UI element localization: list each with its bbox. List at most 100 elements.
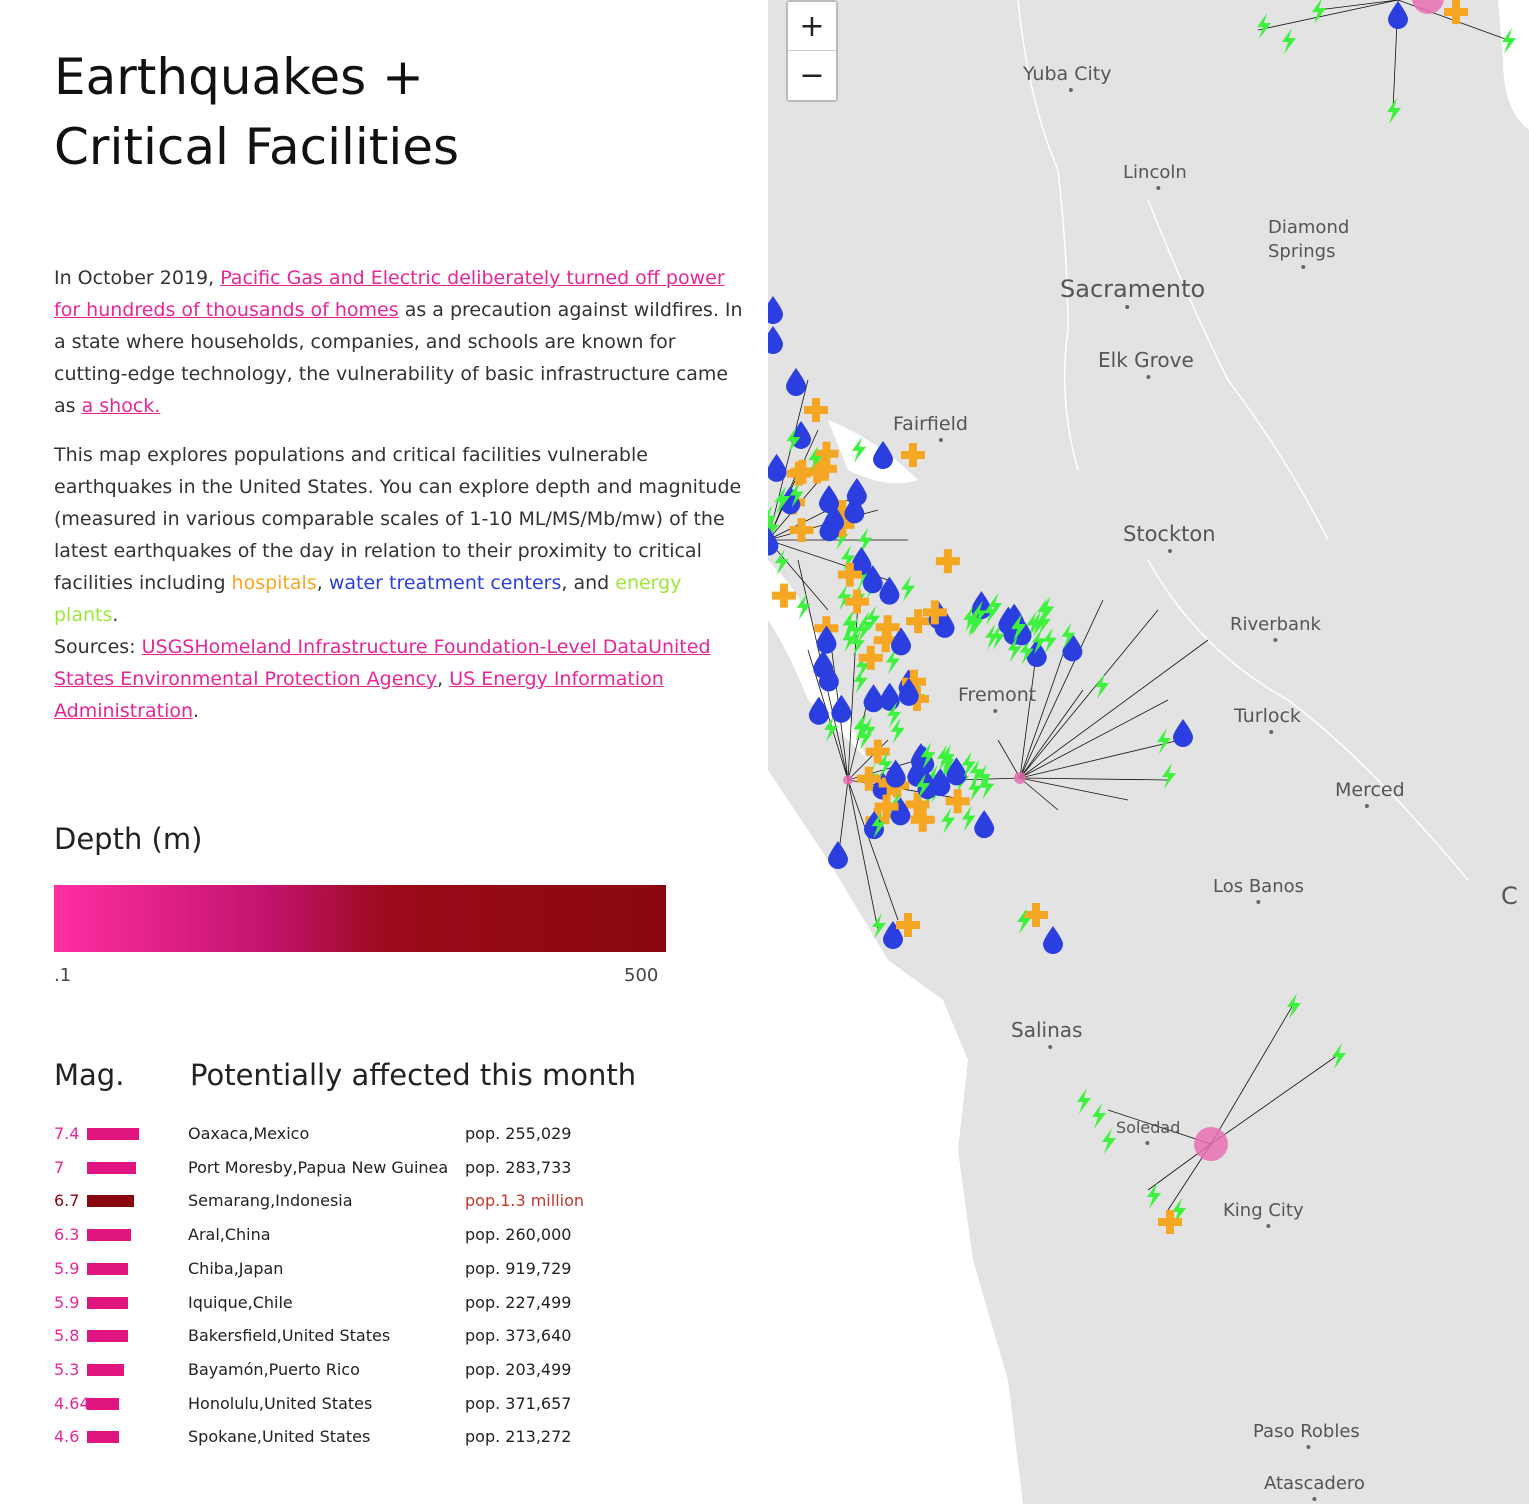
hospital-icon: [845, 589, 870, 614]
connection-line: [1019, 699, 1169, 779]
water-treatment-icon: [1388, 1, 1408, 29]
magnitude-bar: [87, 1296, 128, 1309]
city-dot: [1273, 638, 1278, 642]
lake: [1498, 0, 1529, 130]
water-treatment-icon: [879, 682, 900, 711]
connection-line: [1257, 0, 1399, 31]
magnitude-bar: [87, 1262, 128, 1275]
list-item: 5.9 Iquique,Chile pop. 227,499: [54, 1289, 734, 1319]
depth-min-label: .1: [54, 965, 72, 986]
city-dot: [1048, 1045, 1053, 1049]
list-item: 4.64 Honolulu,United States pop. 371,657: [54, 1390, 734, 1420]
magnitude-value: 6.3: [54, 1225, 80, 1245]
magnitude-value: 5.3: [54, 1359, 80, 1379]
water-treatment-icon: [863, 684, 884, 713]
hospital-icon: [804, 398, 828, 422]
hospital-icon: [945, 789, 970, 814]
connection-line: [1019, 777, 1169, 781]
energy-plant-icon: [1042, 627, 1057, 654]
energy-plant-icon: [872, 913, 886, 939]
water-treatment-icon: [846, 478, 867, 507]
list-item: 5.8 Bakersfield,United States pop. 373,640: [54, 1322, 734, 1352]
sources-label: Sources:: [54, 636, 142, 658]
separator: , and: [561, 572, 616, 594]
energy-plant-icon: [1312, 0, 1326, 24]
city-label: Atascadero: [1264, 1473, 1365, 1494]
city-label: Yuba City: [1022, 63, 1111, 85]
population-value: pop. 255,029: [465, 1124, 572, 1143]
page-title: Earthquakes + Critical Facilities: [54, 48, 460, 176]
magnitude-value: 5.9: [54, 1258, 80, 1278]
water-treatment-icon: [828, 841, 848, 869]
energy-plant-icon: [1147, 1183, 1161, 1209]
energy-plant-icon: [1077, 1088, 1091, 1114]
magnitude-bar: [87, 1195, 134, 1208]
map-view[interactable]: Yuba City Lincoln Diamond Springs Sacramento…: [768, 0, 1529, 1504]
city-dot: [1168, 549, 1173, 553]
city-label: Soledad: [1116, 1118, 1180, 1137]
water-treatment-icon: [879, 576, 900, 605]
population-value: pop. 283,733: [465, 1157, 572, 1177]
magnitude-bar: [87, 1431, 119, 1444]
energy-plant-icon: [961, 805, 976, 832]
energy-plant-icon: [1162, 763, 1176, 789]
magnitude-value: 4.64: [54, 1393, 90, 1413]
connection-line: [1019, 739, 1181, 779]
separator: .: [193, 700, 200, 722]
place-name: Spokane,United States: [188, 1427, 371, 1447]
water-treatment-icon: [768, 296, 783, 324]
water-label: water treatment centers: [328, 572, 562, 594]
place-name: Port Moresby,Papua New Guinea: [188, 1157, 449, 1177]
energy-plant-icon: [1332, 1043, 1346, 1069]
depth-gradient-bar: [54, 885, 666, 952]
population-value: pop. 919,729: [465, 1258, 572, 1278]
magnitude-bar: [87, 1128, 139, 1140]
city-label: Fremont: [958, 684, 1036, 706]
source-usgs-link[interactable]: USGS: [142, 636, 195, 658]
city-label: King City: [1223, 1200, 1304, 1221]
energy-plant-icon: [1287, 993, 1301, 1019]
connection-line: [1019, 609, 1159, 779]
map-canvas[interactable]: Yuba City Lincoln Diamond Springs Sacramento…: [768, 0, 1529, 1504]
energy-plant-icon: [1257, 13, 1271, 39]
source-hifld-link[interactable]: Homeland Infrastructure Foundation-Level…: [194, 636, 648, 658]
city-dot: [1266, 1224, 1271, 1228]
city-label: Lincoln: [1123, 162, 1187, 183]
city-label: Turlock: [1233, 705, 1301, 727]
city-dot: [1306, 1445, 1311, 1449]
hospital-icon: [786, 461, 811, 486]
city-label: Los Banos: [1213, 876, 1304, 897]
zoom-out-button[interactable]: −: [788, 51, 836, 100]
list-item: 6.7 Semarang,Indonesia pop.1.3 million: [54, 1187, 734, 1217]
connection-line: [1210, 1054, 1339, 1145]
shock-link[interactable]: a shock.: [82, 395, 161, 417]
water-treatment-icon: [891, 627, 912, 656]
water-treatment-icon: [768, 453, 787, 482]
connection-line: [997, 739, 1021, 779]
place-name: Semarang,Indonesia: [188, 1191, 353, 1211]
connection-line: [1019, 639, 1209, 779]
energy-plant-icon: [1102, 1128, 1116, 1154]
magnitude-value: 7.4: [54, 1124, 80, 1143]
city-dot: [938, 438, 943, 442]
magnitude-value: 5.9: [54, 1292, 80, 1312]
population-value: pop. 203,499: [465, 1359, 572, 1379]
zoom-in-button[interactable]: +: [788, 2, 836, 51]
city-label: Sacramento: [1060, 275, 1205, 303]
city-dot: [1301, 265, 1306, 269]
list-item: 5.9 Chiba,Japan pop. 919,729: [54, 1255, 734, 1285]
city-dot: [1269, 730, 1274, 734]
water-treatment-icon: [974, 810, 995, 839]
energy-plant-icon: [1387, 98, 1401, 124]
hospital-icon: [865, 739, 890, 764]
water-treatment-icon: [1043, 926, 1063, 954]
magnitude-value: 6.7: [54, 1191, 80, 1211]
city-dot: [1312, 1497, 1317, 1501]
city-label: Springs: [1268, 241, 1335, 262]
place-name: Honolulu,United States: [188, 1393, 373, 1413]
city-label: Salinas: [1011, 1018, 1082, 1042]
population-value: pop.1.3 million: [465, 1191, 585, 1211]
city-dot: [1156, 186, 1161, 190]
water-treatment-icon: [1173, 719, 1193, 747]
population-value: pop. 213,272: [465, 1427, 572, 1447]
